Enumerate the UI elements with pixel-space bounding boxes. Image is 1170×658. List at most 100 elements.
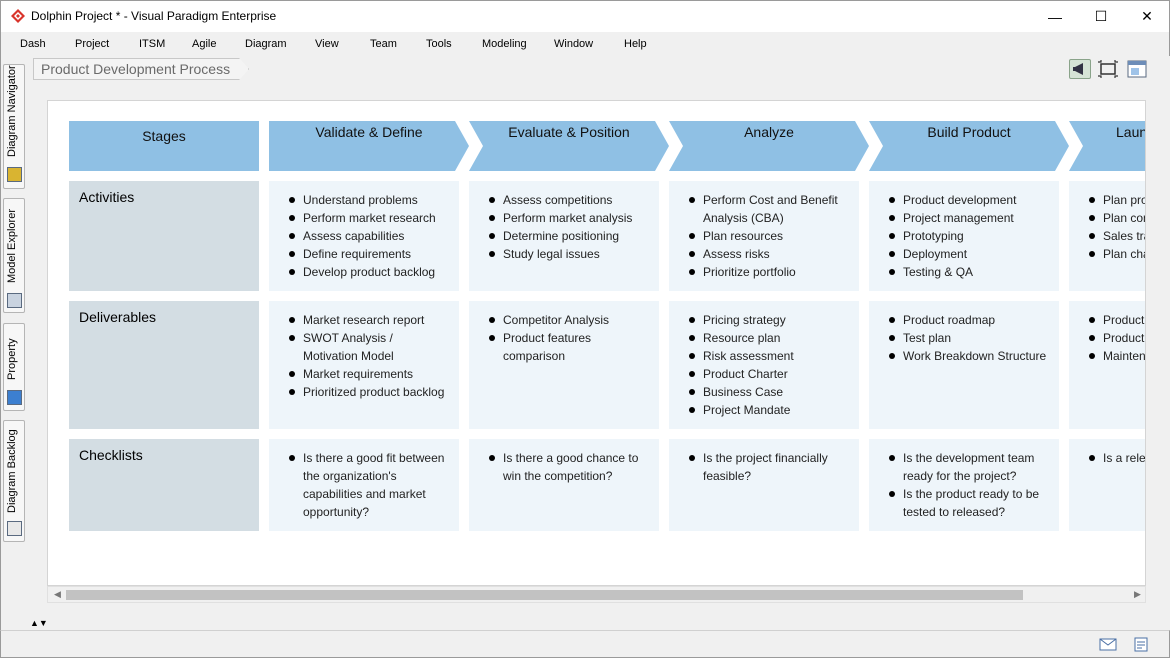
- property-icon: [7, 390, 22, 405]
- list-item: Work Breakdown Structure: [889, 347, 1049, 365]
- scrollbar-thumb[interactable]: [66, 590, 1023, 600]
- list-item: Product: [1089, 311, 1145, 329]
- window-title: Dolphin Project * - Visual Paradigm Ente…: [31, 9, 277, 23]
- list-item: Prioritize portfolio: [689, 263, 849, 281]
- list-item: Prototyping: [889, 227, 1049, 245]
- tab-model-explorer[interactable]: Model Explorer: [3, 198, 25, 313]
- menu-itsm[interactable]: ITSM: [139, 38, 165, 50]
- list-item: Market research report: [289, 311, 449, 329]
- menu-bar: Dash Project ITSM Agile Diagram View Tea…: [0, 32, 1170, 56]
- close-button[interactable]: ✕: [1124, 1, 1170, 32]
- megaphone-icon[interactable]: [1069, 59, 1091, 79]
- list-item: Test plan: [889, 329, 1049, 347]
- list-item: Plan cha: [1089, 245, 1145, 263]
- list-item: Is there a good chance to win the compet…: [489, 449, 649, 485]
- list-item: Is the product ready to be tested to rel…: [889, 485, 1049, 521]
- breadcrumb[interactable]: Product Development Process: [33, 58, 249, 80]
- menu-modeling[interactable]: Modeling: [482, 38, 527, 50]
- stage-build-product[interactable]: Build Product: [869, 121, 1069, 171]
- list-item: Mainten: [1089, 347, 1145, 365]
- row-label-checklists[interactable]: Checklists: [69, 439, 259, 531]
- list-item: Product: [1089, 329, 1145, 347]
- stage-analyze[interactable]: Analyze: [669, 121, 869, 171]
- list-item: Resource plan: [689, 329, 849, 347]
- row-label-deliverables[interactable]: Deliverables: [69, 301, 259, 429]
- list-item: Product Charter: [689, 365, 849, 383]
- scroll-left-arrow-icon[interactable]: ◀: [54, 589, 61, 600]
- fit-diagram-icon[interactable]: [1097, 59, 1119, 79]
- title-bar: Dolphin Project * - Visual Paradigm Ente…: [0, 0, 1170, 32]
- cell-checklists-build[interactable]: Is the development team ready for the pr…: [869, 439, 1059, 531]
- status-bar: [0, 630, 1170, 658]
- list-item: Risk assessment: [689, 347, 849, 365]
- panel-collapse-icon[interactable]: ▲▼: [30, 618, 48, 628]
- list-item: Pricing strategy: [689, 311, 849, 329]
- stage-validate-define[interactable]: Validate & Define: [269, 121, 469, 171]
- list-item: Is there a good fit between the organiza…: [289, 449, 449, 521]
- cell-activities-validate[interactable]: Understand problems Perform market resea…: [269, 181, 459, 291]
- menu-help[interactable]: Help: [624, 38, 647, 50]
- cell-deliverables-build[interactable]: Product roadmap Test plan Work Breakdown…: [869, 301, 1059, 429]
- menu-window[interactable]: Window: [554, 38, 593, 50]
- cell-checklists-evaluate[interactable]: Is there a good chance to win the compet…: [469, 439, 659, 531]
- cell-checklists-launch[interactable]: Is a rele: [1069, 439, 1145, 531]
- stages-header[interactable]: Stages: [69, 121, 259, 171]
- menu-tools[interactable]: Tools: [426, 38, 452, 50]
- minimize-button[interactable]: —: [1032, 1, 1078, 32]
- list-item: Product roadmap: [889, 311, 1049, 329]
- menu-dash[interactable]: Dash: [20, 38, 46, 50]
- maximize-button[interactable]: ☐: [1078, 1, 1124, 32]
- scroll-right-arrow-icon[interactable]: ▶: [1134, 589, 1141, 600]
- tab-diagram-navigator-label: Diagram Navigator: [6, 65, 18, 157]
- list-item: Deployment: [889, 245, 1049, 263]
- list-item: Product development: [889, 191, 1049, 209]
- tab-diagram-backlog[interactable]: Diagram Backlog: [3, 420, 25, 542]
- menu-team[interactable]: Team: [370, 38, 397, 50]
- stage-evaluate-position[interactable]: Evaluate & Position: [469, 121, 669, 171]
- cell-activities-evaluate[interactable]: Assess competitions Perform market analy…: [469, 181, 659, 291]
- diagram-overview-icon[interactable]: [1126, 59, 1148, 79]
- tab-diagram-backlog-label: Diagram Backlog: [6, 429, 18, 513]
- menu-project[interactable]: Project: [75, 38, 109, 50]
- list-item: Market requirements: [289, 365, 449, 383]
- menu-diagram[interactable]: Diagram: [245, 38, 287, 50]
- row-label-activities[interactable]: Activities: [69, 181, 259, 291]
- cell-activities-build[interactable]: Product development Project management P…: [869, 181, 1059, 291]
- menu-agile[interactable]: Agile: [192, 38, 216, 50]
- side-panel-tabs: Diagram Navigator Model Explorer Propert…: [0, 56, 27, 630]
- cell-activities-launch[interactable]: Plan pro Plan com Sales tra Plan cha: [1069, 181, 1145, 291]
- cell-deliverables-validate[interactable]: Market research report SWOT Analysis / M…: [269, 301, 459, 429]
- list-item: Perform Cost and Benefit Analysis (CBA): [689, 191, 849, 227]
- cell-deliverables-evaluate[interactable]: Competitor Analysis Product features com…: [469, 301, 659, 429]
- model-explorer-icon: [7, 293, 22, 308]
- tab-property[interactable]: Property: [3, 323, 25, 411]
- list-item: Is the project financially feasible?: [689, 449, 849, 485]
- list-item: Understand problems: [289, 191, 449, 209]
- cell-deliverables-launch[interactable]: Product Product Mainten: [1069, 301, 1145, 429]
- menu-view[interactable]: View: [315, 38, 339, 50]
- list-item: Determine positioning: [489, 227, 649, 245]
- diagram-header-bar: Product Development Process: [27, 56, 1169, 84]
- cell-checklists-validate[interactable]: Is there a good fit between the organiza…: [269, 439, 459, 531]
- list-item: Plan pro: [1089, 191, 1145, 209]
- list-item: Define requirements: [289, 245, 449, 263]
- tab-property-label: Property: [6, 338, 18, 380]
- list-item: Plan resources: [689, 227, 849, 245]
- list-item: Assess competitions: [489, 191, 649, 209]
- list-item: Sales tra: [1089, 227, 1145, 245]
- cell-activities-analyze[interactable]: Perform Cost and Benefit Analysis (CBA) …: [669, 181, 859, 291]
- cell-deliverables-analyze[interactable]: Pricing strategy Resource plan Risk asse…: [669, 301, 859, 429]
- list-item: Plan com: [1089, 209, 1145, 227]
- horizontal-scrollbar[interactable]: ◀ ▶: [47, 586, 1146, 603]
- list-item: Assess capabilities: [289, 227, 449, 245]
- list-item: Product features comparison: [489, 329, 649, 365]
- stage-launch[interactable]: Laun: [1069, 121, 1145, 171]
- cell-checklists-analyze[interactable]: Is the project financially feasible?: [669, 439, 859, 531]
- list-item: Project Mandate: [689, 401, 849, 419]
- diagram-canvas[interactable]: Stages Validate & Define Evaluate & Posi…: [47, 100, 1146, 586]
- mail-icon[interactable]: [1099, 637, 1117, 652]
- diagram-canvas-frame: Stages Validate & Define Evaluate & Posi…: [27, 84, 1169, 630]
- notes-icon[interactable]: [1132, 637, 1150, 652]
- list-item: Perform market research: [289, 209, 449, 227]
- tab-diagram-navigator[interactable]: Diagram Navigator: [3, 64, 25, 189]
